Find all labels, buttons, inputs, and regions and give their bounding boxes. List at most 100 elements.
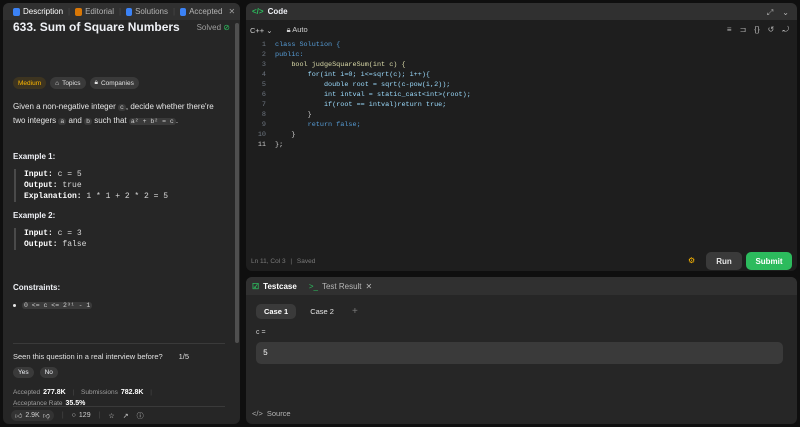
inline-code: b	[84, 118, 92, 125]
scrollbar[interactable]	[235, 23, 239, 343]
code-text: }	[275, 111, 312, 119]
footer-actions: 👍︎ 2.9K 👎︎ | ○ 129 | ☆ ↗ ⓘ	[11, 410, 144, 421]
close-icon[interactable]: ✕	[228, 7, 235, 16]
example-1-heading: Example 1:	[13, 152, 56, 161]
tab-editorial[interactable]: Editorial	[71, 7, 118, 16]
topics-label: Topics	[62, 79, 81, 87]
comments-button[interactable]: ○ 129	[72, 412, 91, 419]
tag-icon: ⌂	[55, 79, 60, 87]
tab-description-label: Description	[23, 7, 64, 16]
interview-count: 1/5	[178, 352, 189, 361]
solved-status: Solved ⊘	[197, 23, 230, 32]
explanation-label: Explanation:	[24, 192, 82, 201]
minimize-icon[interactable]: ⌄	[782, 8, 789, 18]
no-button[interactable]: No	[39, 367, 58, 378]
source-button[interactable]: </> Source	[252, 409, 291, 418]
auto-mode[interactable]: 🔒︎ Auto	[287, 25, 308, 35]
code-line: 1 class Solution {	[246, 41, 340, 51]
test-tab-bar: ☑ Testcase >_ Test Result ✕	[246, 277, 797, 295]
code-text: if(root == intval)return true;	[275, 101, 447, 109]
stats-row: Accepted 277.8K | Submissions 782.8K |	[13, 387, 157, 398]
code-icon: </>	[252, 7, 264, 16]
line-number: 2	[261, 51, 266, 59]
code-icon: </>	[252, 409, 263, 418]
problem-description: Given a non-negative integer c, decide w…	[13, 100, 228, 128]
constraint-text: 0 <= c <= 2³¹ - 1	[22, 302, 93, 309]
code-text: }	[275, 131, 296, 139]
format-icon[interactable]: ≡	[727, 25, 732, 35]
reset-icon[interactable]: ↺	[768, 25, 775, 35]
topics-chip[interactable]: ⌂ Topics	[50, 77, 86, 89]
code-text: double root = sqrt(c-pow(i,2));	[275, 81, 451, 89]
output-value: false	[62, 240, 87, 249]
left-tab-bar: Description | Editorial | Solutions | Ac…	[3, 3, 240, 20]
case-2-tab[interactable]: Case 2	[302, 304, 342, 319]
submissions-label: Submissions	[81, 389, 118, 396]
cursor-position: Ln 11, Col 3	[251, 258, 286, 265]
code-line: 8 }	[246, 111, 312, 121]
companies-chip[interactable]: 🔒︎ Companies	[89, 77, 139, 89]
divider	[13, 343, 225, 344]
bookmark-icon[interactable]: ⊐	[740, 25, 747, 35]
solutions-icon	[126, 7, 133, 16]
code-line: 10 }	[246, 131, 296, 141]
lock-icon: 🔒︎	[94, 79, 98, 86]
code-toolbar: C++ ⌄ 🔒︎ Auto	[246, 23, 797, 37]
desc-text: and	[66, 116, 85, 125]
tab-solutions[interactable]: Solutions	[122, 7, 172, 16]
example-row: Explanation: 1 * 1 + 2 * 2 = 5	[24, 191, 168, 202]
code-line: 2 public:	[246, 51, 304, 61]
code-tab-bar: </> Code	[246, 3, 797, 20]
star-icon[interactable]: ☆	[108, 412, 114, 420]
language-label: C++	[250, 25, 265, 35]
example-row: Output: true	[24, 180, 168, 191]
help-icon[interactable]: ⓘ	[137, 411, 144, 421]
description-panel: Description | Editorial | Solutions | Ac…	[3, 3, 240, 424]
submissions-value: 782.8K	[120, 389, 144, 396]
case-1-tab[interactable]: Case 1	[256, 304, 297, 319]
variable-input[interactable]: 5	[256, 342, 783, 364]
constraint-item: 0 <= c <= 2³¹ - 1	[13, 302, 93, 309]
run-button[interactable]: Run	[706, 252, 742, 270]
share-icon[interactable]: ↗	[123, 412, 129, 420]
input-label: Input:	[24, 170, 53, 179]
footer-divider: |	[98, 412, 101, 419]
settings-icon[interactable]: ⤾	[782, 25, 789, 35]
debug-icon[interactable]: ⚙	[688, 256, 697, 265]
language-select[interactable]: C++ ⌄	[250, 26, 273, 35]
terminal-icon: >_	[308, 281, 318, 291]
stats-row: Acceptance Rate 35.5%	[13, 398, 157, 409]
accepted-value: 277.8K	[43, 389, 66, 396]
stats-divider: |	[72, 389, 75, 396]
code-editor[interactable]: 1 class Solution { 2 public: 3 bool judgeS…	[246, 41, 797, 156]
tab-description[interactable]: Description	[9, 7, 67, 16]
code-text: class Solution {	[275, 41, 341, 49]
source-label: Source	[266, 409, 291, 418]
braces-icon[interactable]: {}	[754, 25, 759, 35]
thumbs-down-icon[interactable]: 👎︎	[43, 411, 50, 420]
example-row: Output: false	[24, 239, 86, 250]
example-2-box: Input: c = 3 Output: false	[14, 228, 86, 250]
tab-accepted[interactable]: Accepted ✕	[176, 7, 239, 16]
line-number: 7	[261, 101, 266, 109]
submit-button[interactable]: Submit	[746, 252, 792, 270]
tab-testcase[interactable]: ☑ Testcase	[252, 282, 297, 291]
code-text: public:	[275, 51, 304, 59]
add-case-icon[interactable]: +	[352, 306, 358, 317]
code-panel: </> Code ⤢ ⌄ C++ ⌄ 🔒︎ Auto ≡ ⊐ {} ↺ ⤾ 1 c…	[246, 3, 797, 271]
tab-test-result[interactable]: >_ Test Result ✕	[309, 282, 372, 291]
lock-icon: 🔒︎	[286, 25, 291, 34]
tab-testcase-label: Testcase	[263, 281, 297, 291]
like-button[interactable]: 👍︎ 2.9K 👎︎	[11, 410, 54, 421]
tab-code[interactable]: </> Code	[252, 7, 288, 16]
comment-icon: ○	[71, 412, 76, 419]
close-icon[interactable]: ✕	[366, 282, 373, 291]
maximize-icon[interactable]: ⤢	[767, 8, 773, 18]
stats-divider: |	[150, 389, 152, 396]
yes-button[interactable]: Yes	[13, 367, 34, 378]
code-text: return false;	[275, 121, 361, 129]
solved-label: Solved	[196, 23, 222, 32]
code-window-controls: ⤢ ⌄	[767, 8, 789, 18]
save-status: Saved	[296, 258, 316, 265]
desc-text: such that	[91, 116, 129, 125]
